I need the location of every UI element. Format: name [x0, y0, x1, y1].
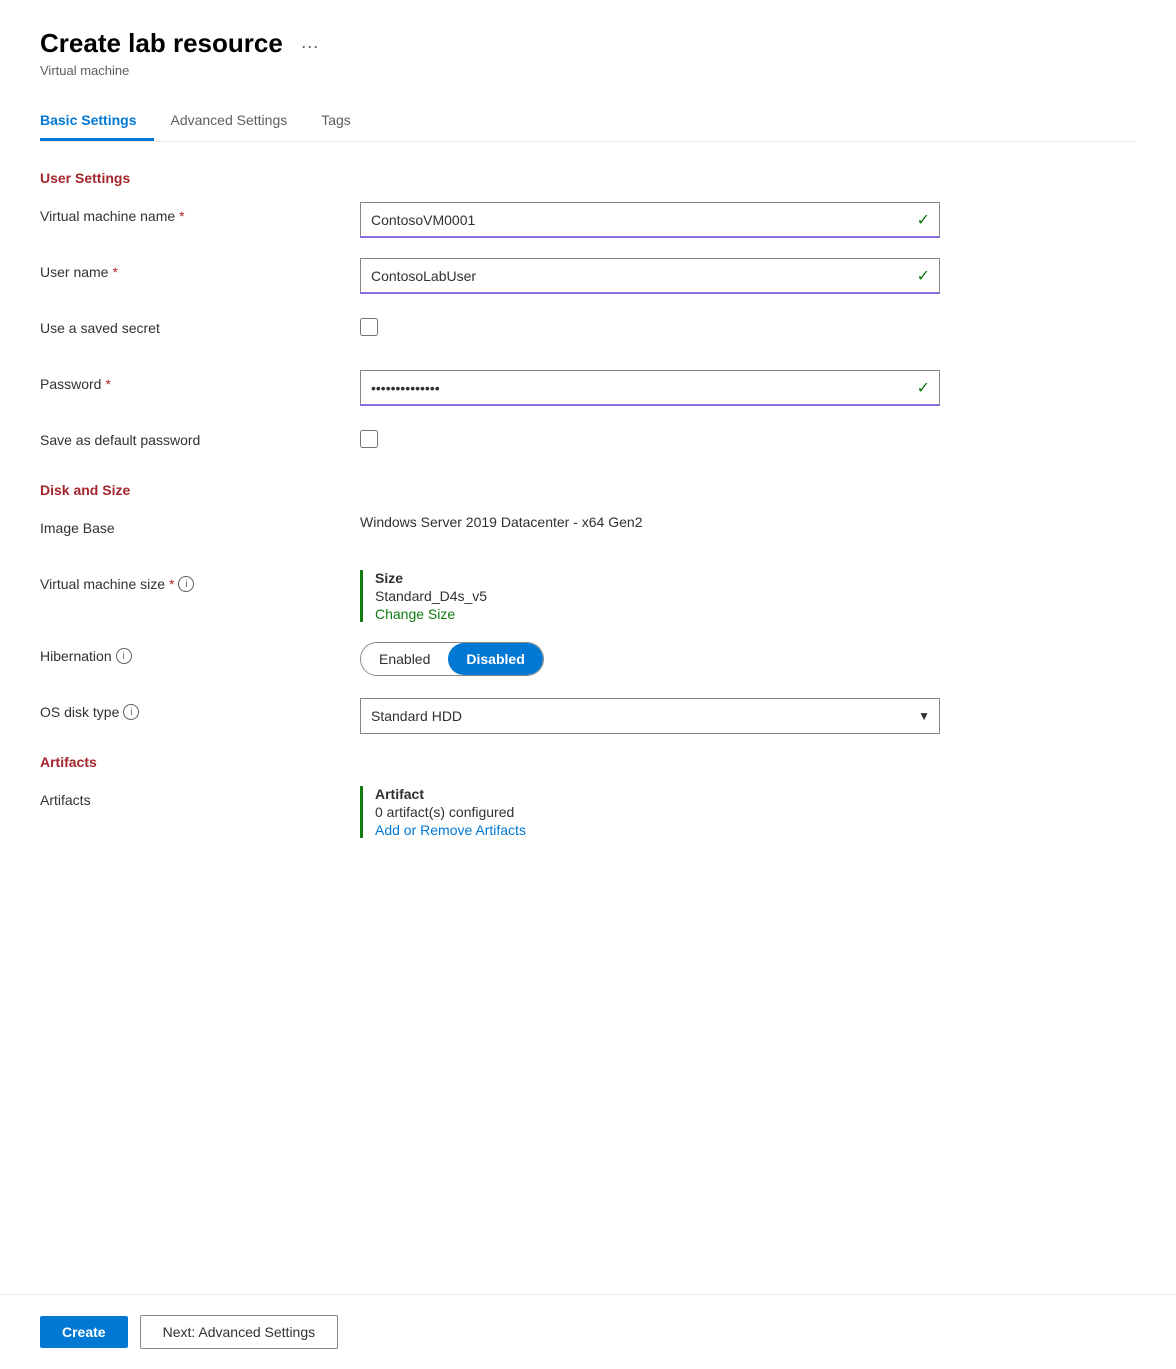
artifacts-header: Artifacts: [40, 754, 1136, 770]
default-password-label: Save as default password: [40, 426, 360, 448]
image-base-label: Image Base: [40, 514, 360, 536]
password-control: ✓: [360, 370, 940, 406]
tab-tags[interactable]: Tags: [321, 102, 369, 141]
artifact-count: 0 artifact(s) configured: [375, 804, 940, 820]
vm-size-info-icon[interactable]: i: [178, 576, 194, 592]
default-password-checkbox[interactable]: [360, 430, 378, 448]
artifacts-control: Artifact 0 artifact(s) configured Add or…: [360, 786, 940, 838]
size-value: Standard_D4s_v5: [375, 588, 940, 604]
password-check-icon: ✓: [917, 378, 930, 398]
hibernation-row: Hibernation i Enabled Disabled: [40, 642, 1136, 678]
user-settings-header: User Settings: [40, 170, 1136, 186]
image-base-row: Image Base Windows Server 2019 Datacente…: [40, 514, 1136, 550]
password-input[interactable]: [360, 370, 940, 406]
os-disk-label: OS disk type i: [40, 698, 360, 720]
image-base-value: Windows Server 2019 Datacenter - x64 Gen…: [360, 514, 940, 530]
ellipsis-menu-icon[interactable]: ···: [301, 36, 319, 57]
add-remove-artifacts-link[interactable]: Add or Remove Artifacts: [375, 822, 526, 838]
hibernation-toggle[interactable]: Enabled Disabled: [360, 642, 544, 676]
saved-secret-control: [360, 314, 940, 336]
user-name-check-icon: ✓: [917, 266, 930, 286]
size-block: Size Standard_D4s_v5 Change Size: [360, 570, 940, 622]
saved-secret-checkbox[interactable]: [360, 318, 378, 336]
password-label: Password *: [40, 370, 360, 392]
artifact-heading: Artifact: [375, 786, 940, 802]
default-password-control: [360, 426, 940, 448]
tab-basic-settings[interactable]: Basic Settings: [40, 102, 154, 141]
password-row: Password * ✓: [40, 370, 1136, 406]
os-disk-row: OS disk type i Standard HDD Standard SSD…: [40, 698, 1136, 734]
vm-size-control: Size Standard_D4s_v5 Change Size: [360, 570, 940, 622]
hibernation-control: Enabled Disabled: [360, 642, 940, 676]
vm-size-required: *: [169, 576, 174, 592]
create-button[interactable]: Create: [40, 1316, 128, 1348]
vm-name-input[interactable]: [360, 202, 940, 238]
hibernation-disabled-option[interactable]: Disabled: [448, 643, 542, 675]
tab-advanced-settings[interactable]: Advanced Settings: [170, 102, 305, 141]
artifacts-row: Artifacts Artifact 0 artifact(s) configu…: [40, 786, 1136, 838]
hibernation-label: Hibernation i: [40, 642, 360, 664]
change-size-link[interactable]: Change Size: [375, 606, 455, 622]
os-disk-select-wrapper: Standard HDD Standard SSD Premium SSD ▼: [360, 698, 940, 734]
hibernation-info-icon[interactable]: i: [116, 648, 132, 664]
saved-secret-row: Use a saved secret: [40, 314, 1136, 350]
vm-name-control: ✓: [360, 202, 940, 238]
vm-name-label: Virtual machine name *: [40, 202, 360, 224]
user-name-input[interactable]: [360, 258, 940, 294]
size-heading: Size: [375, 570, 940, 586]
os-disk-info-icon[interactable]: i: [123, 704, 139, 720]
footer: Create Next: Advanced Settings: [0, 1294, 1176, 1369]
page-subtitle: Virtual machine: [40, 63, 1136, 78]
artifact-block: Artifact 0 artifact(s) configured Add or…: [360, 786, 940, 838]
vm-name-required: *: [179, 208, 184, 224]
user-name-row: User name * ✓: [40, 258, 1136, 294]
os-disk-control: Standard HDD Standard SSD Premium SSD ▼: [360, 698, 940, 734]
user-name-required: *: [112, 264, 117, 280]
password-required: *: [105, 376, 110, 392]
vm-name-row: Virtual machine name * ✓: [40, 202, 1136, 238]
disk-size-header: Disk and Size: [40, 482, 1136, 498]
os-disk-select[interactable]: Standard HDD Standard SSD Premium SSD: [360, 698, 940, 734]
artifacts-label: Artifacts: [40, 786, 360, 808]
vm-size-row: Virtual machine size * i Size Standard_D…: [40, 570, 1136, 622]
hibernation-enabled-option[interactable]: Enabled: [361, 643, 448, 675]
user-name-label: User name *: [40, 258, 360, 280]
page-title: Create lab resource: [40, 28, 283, 59]
tabs-container: Basic Settings Advanced Settings Tags: [40, 102, 1136, 142]
vm-name-check-icon: ✓: [917, 210, 930, 230]
next-advanced-settings-button[interactable]: Next: Advanced Settings: [140, 1315, 339, 1349]
default-password-row: Save as default password: [40, 426, 1136, 462]
vm-size-label: Virtual machine size * i: [40, 570, 360, 592]
saved-secret-label: Use a saved secret: [40, 314, 360, 336]
user-name-control: ✓: [360, 258, 940, 294]
